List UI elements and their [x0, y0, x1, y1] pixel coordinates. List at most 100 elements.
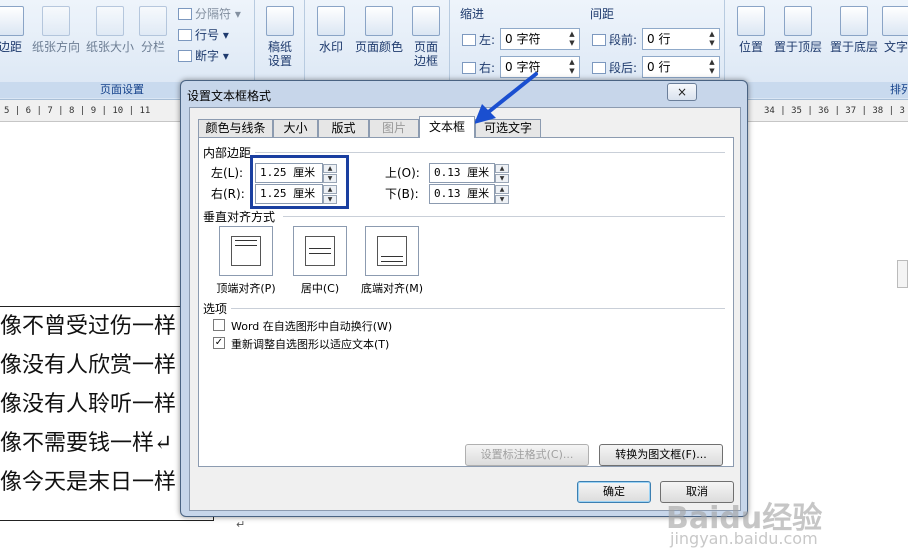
- margins-button[interactable]: 边距: [0, 6, 30, 54]
- spin-up-icon[interactable]: ▲: [323, 185, 337, 194]
- ruler-left-scale: 5 | 6 | 7 | 8 | 9 | 10 | 11: [4, 106, 151, 116]
- resize-checkbox[interactable]: ✓: [213, 337, 225, 349]
- close-icon: ×: [676, 85, 688, 99]
- bring-to-front-icon: [784, 6, 812, 36]
- spin-arrows-icon: ▲ ▼: [569, 58, 575, 75]
- spin-down-icon[interactable]: ▼: [323, 174, 337, 183]
- text-wrap-button[interactable]: 文字: [881, 6, 908, 54]
- dialog-body: 颜色与线条 大小 版式 图片 文本框 可选文字 内部边距 左(L): 1.25 …: [189, 107, 741, 511]
- spin-arrows-icon: ▲ ▼: [569, 30, 575, 47]
- valign-bottom-label[interactable]: 底端对齐(M): [347, 280, 437, 296]
- convert-to-frame-button[interactable]: 转换为图文框(F)...: [599, 444, 723, 466]
- ruler-right-scale: 34 | 35 | 36 | 37 | 38 | 3: [764, 106, 905, 116]
- inner-margin-title: 内部边距: [203, 146, 252, 160]
- bring-to-front-button[interactable]: 置于顶层: [771, 6, 825, 54]
- page-border-icon: [412, 6, 440, 36]
- hyphenation-button[interactable]: 断字 ▾: [178, 48, 229, 64]
- page-border-button[interactable]: 页面边框: [407, 6, 445, 68]
- group-label-arrange: 排列: [725, 82, 908, 98]
- watermark-icon: [317, 6, 345, 36]
- hyphenation-icon: [178, 50, 192, 62]
- group-arrange: 位置 置于顶层 置于底层 文字 排列: [725, 0, 908, 100]
- left-margin-spinner[interactable]: ▲ ▼: [323, 163, 337, 183]
- page-color-button[interactable]: 页面颜色: [351, 6, 407, 54]
- manuscript-icon: [266, 6, 294, 36]
- indent-right-label: 右:: [462, 60, 495, 76]
- spacing-before-input[interactable]: 0 行 ▲ ▼: [642, 28, 720, 50]
- right-margin-label: 右(R):: [211, 187, 245, 201]
- tab-alt-text[interactable]: 可选文字: [475, 119, 541, 137]
- position-icon: [737, 6, 765, 36]
- bottom-margin-label: 下(B):: [385, 187, 419, 201]
- indent-right-icon: [462, 62, 476, 74]
- top-margin-input[interactable]: 0.13 厘米: [429, 163, 495, 183]
- options-separator: [231, 308, 725, 309]
- spin-arrows-icon: ▲ ▼: [709, 58, 715, 75]
- valign-bottom-icon: [377, 236, 407, 266]
- spin-down-icon[interactable]: ▼: [495, 195, 509, 204]
- columns-button[interactable]: 分栏: [136, 6, 170, 54]
- position-button[interactable]: 位置: [731, 6, 771, 54]
- valign-middle-option[interactable]: [293, 226, 347, 276]
- resize-label[interactable]: 重新调整自选图形以适应文本(T): [231, 336, 389, 352]
- right-margin-input[interactable]: 1.25 厘米: [255, 184, 323, 204]
- line-numbers-button[interactable]: 行号 ▾: [178, 27, 229, 43]
- inner-margin-separator: [255, 152, 725, 153]
- dialog-tabs: 颜色与线条 大小 版式 图片 文本框 可选文字: [198, 116, 738, 138]
- text-box-tab-page: 内部边距 左(L): 1.25 厘米 ▲ ▼ 右(R): 1.25 厘米 ▲ ▼ 上…: [198, 137, 734, 467]
- ok-button[interactable]: 确定: [577, 481, 651, 503]
- right-margin-spinner[interactable]: ▲ ▼: [323, 184, 337, 204]
- indent-right-input[interactable]: 0 字符 ▲ ▼: [500, 56, 580, 78]
- paper-size-button[interactable]: 纸张大小: [82, 6, 138, 54]
- valign-bottom-option[interactable]: [365, 226, 419, 276]
- bottom-margin-input[interactable]: 0.13 厘米: [429, 184, 495, 204]
- cancel-button[interactable]: 取消: [660, 481, 734, 503]
- breaks-icon: [178, 8, 192, 20]
- paragraph-mark: ↵: [236, 518, 246, 531]
- spacing-after-icon: [592, 62, 606, 74]
- spacing-title: 间距: [590, 7, 615, 21]
- vertical-alignment-separator: [283, 216, 725, 217]
- orientation-icon: [42, 6, 70, 36]
- line-numbers-icon: [178, 29, 192, 41]
- valign-top-option[interactable]: [219, 226, 273, 276]
- tab-text-box[interactable]: 文本框: [419, 116, 475, 138]
- indent-left-label: 左:: [462, 32, 495, 48]
- word-wrap-label[interactable]: Word 在自选图形中自动换行(W): [231, 318, 392, 334]
- spacing-after-label: 段后:: [592, 60, 637, 76]
- spin-up-icon[interactable]: ▲: [495, 164, 509, 173]
- valign-top-icon: [231, 236, 261, 266]
- spin-arrows-icon: ▲ ▼: [709, 30, 715, 47]
- dialog-close-button[interactable]: ×: [667, 83, 697, 101]
- text-wrap-icon: [882, 6, 908, 36]
- left-margin-input[interactable]: 1.25 厘米: [255, 163, 323, 183]
- spin-up-icon[interactable]: ▲: [495, 185, 509, 194]
- breaks-button[interactable]: 分隔符 ▾: [178, 6, 241, 22]
- check-icon: ✓: [214, 337, 224, 348]
- spacing-after-input[interactable]: 0 行 ▲ ▼: [642, 56, 720, 78]
- tab-colors-lines[interactable]: 颜色与线条: [198, 119, 273, 137]
- indent-left-input[interactable]: 0 字符 ▲ ▼: [500, 28, 580, 50]
- word-wrap-checkbox[interactable]: [213, 319, 225, 331]
- tab-layout[interactable]: 版式: [318, 119, 369, 137]
- spin-down-icon[interactable]: ▼: [495, 174, 509, 183]
- orientation-button[interactable]: 纸张方向: [28, 6, 84, 54]
- valign-middle-icon: [305, 236, 335, 266]
- dialog-title: 设置文本框格式: [187, 89, 272, 103]
- manuscript-button[interactable]: 稿纸设置: [259, 6, 301, 68]
- callout-format-button[interactable]: 设置标注格式(C)...: [465, 444, 589, 466]
- paper-size-icon: [96, 6, 124, 36]
- tab-picture[interactable]: 图片: [369, 119, 419, 137]
- tab-size[interactable]: 大小: [273, 119, 318, 137]
- top-margin-label: 上(O):: [385, 166, 420, 180]
- left-margin-label: 左(L):: [211, 166, 244, 180]
- indent-title: 缩进: [460, 7, 485, 21]
- spacing-before-icon: [592, 34, 606, 46]
- top-margin-spinner[interactable]: ▲ ▼: [495, 163, 509, 183]
- spin-down-icon[interactable]: ▼: [323, 195, 337, 204]
- watermark-button[interactable]: 水印: [311, 6, 351, 54]
- spin-up-icon[interactable]: ▲: [323, 164, 337, 173]
- bottom-margin-spinner[interactable]: ▲ ▼: [495, 184, 509, 204]
- send-to-back-button[interactable]: 置于底层: [827, 6, 881, 54]
- format-textbox-dialog: 设置文本框格式 × 颜色与线条 大小 版式 图片 文本框 可选文字 内部边距 左…: [180, 80, 748, 517]
